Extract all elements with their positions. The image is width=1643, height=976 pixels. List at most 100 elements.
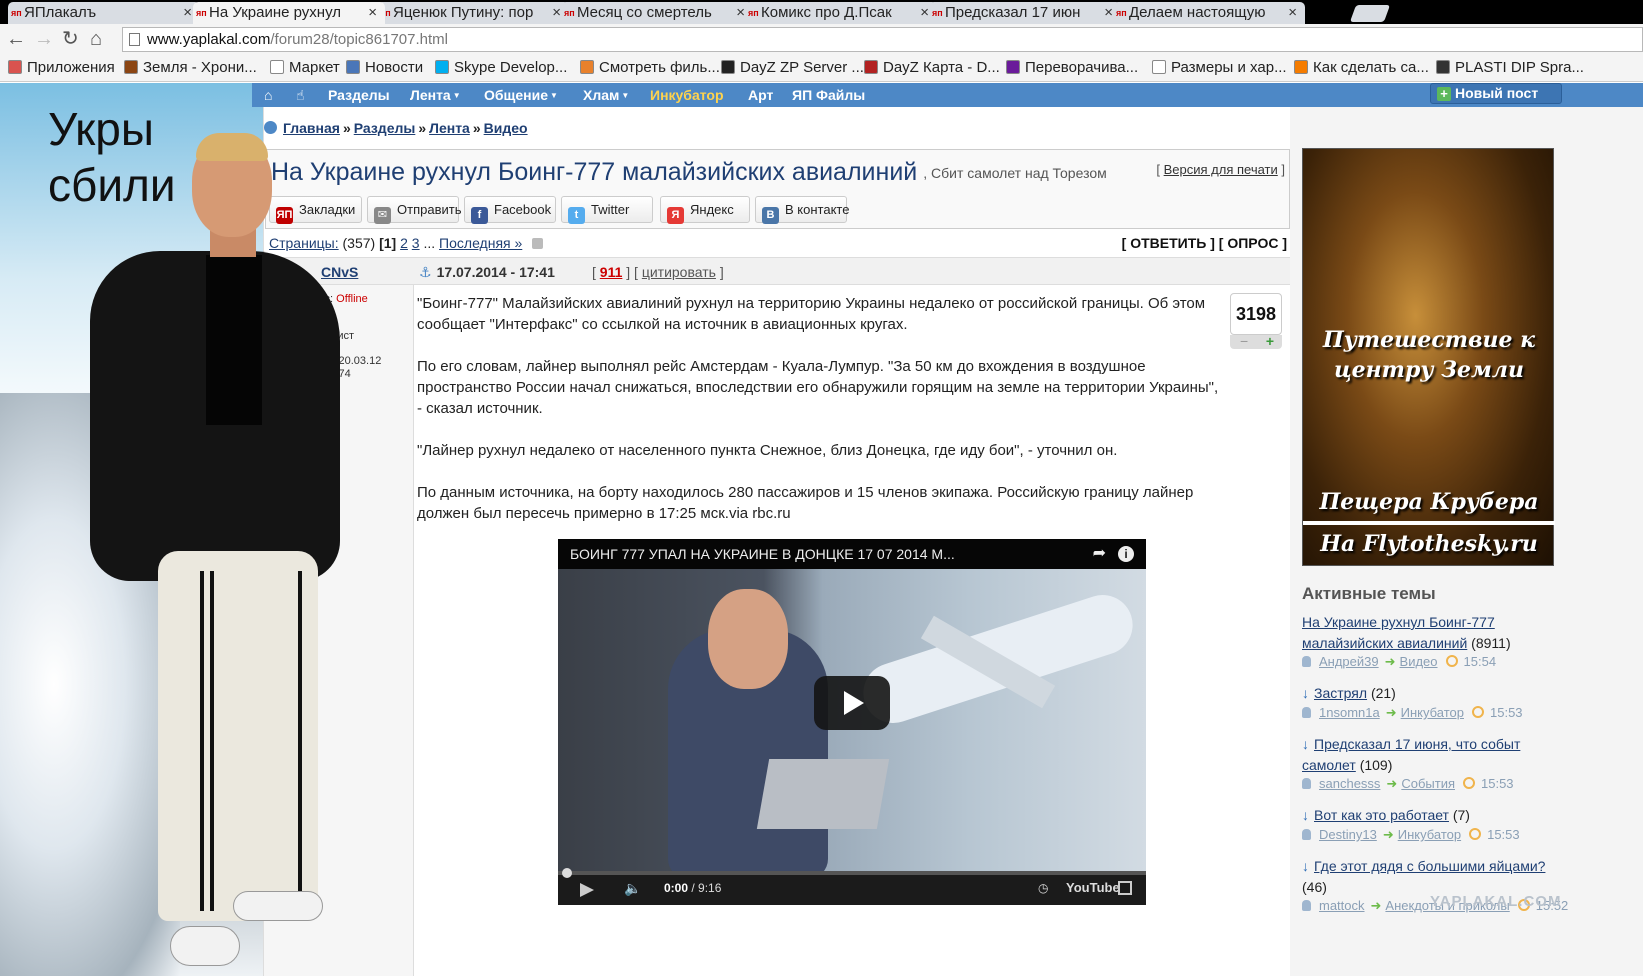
- share-button[interactable]: B В контакте: [755, 196, 849, 224]
- new-tab-button[interactable]: [1349, 5, 1391, 22]
- home-icon[interactable]: ⌂: [264, 83, 272, 107]
- nav-item-razdely[interactable]: Разделы: [328, 83, 390, 107]
- browser-tab[interactable]: яп Делаем настоящую ×: [1113, 2, 1305, 24]
- yandex-icon: Я: [667, 207, 684, 224]
- bookmark-item[interactable]: DayZ Карта - D...: [864, 54, 1000, 82]
- url-host: www.yaplakal.com: [147, 31, 271, 48]
- topic-section-link[interactable]: События: [1401, 776, 1455, 791]
- active-topic-link[interactable]: Вот как это работает: [1314, 807, 1449, 823]
- browser-tab[interactable]: яп Яценюк Путину: пор ×: [377, 2, 569, 24]
- play-icon[interactable]: [580, 883, 594, 897]
- share-button[interactable]: ✉ Отправить: [367, 196, 461, 224]
- new-post-button[interactable]: + Новый пост: [1430, 83, 1562, 104]
- share-button[interactable]: f Facebook: [464, 196, 556, 224]
- bookmark-item[interactable]: Земля - Хрони...: [124, 54, 257, 82]
- post-number[interactable]: 911: [600, 264, 623, 280]
- topic-user-link[interactable]: mattock: [1319, 898, 1365, 913]
- topic-user-link[interactable]: Destiny13: [1319, 827, 1377, 842]
- vote-up-icon[interactable]: +: [1266, 334, 1274, 348]
- topic-user-link[interactable]: sanchesss: [1319, 776, 1380, 791]
- topic-user-link[interactable]: 1nsomn1a: [1319, 705, 1380, 720]
- browser-tab[interactable]: яп Месяц со смертель ×: [561, 2, 753, 24]
- nav-item-obshchenie[interactable]: Общение ▼: [484, 83, 558, 108]
- video-title[interactable]: БОИНГ 777 УПАЛ НА УКРАИНЕ В ДОНЦКЕ 17 07…: [570, 546, 955, 562]
- thumbs-up-icon[interactable]: ☝: [296, 83, 305, 107]
- share-button[interactable]: t Twitter: [561, 196, 653, 224]
- page-jump-icon[interactable]: [532, 238, 544, 249]
- forward-arrow-icon[interactable]: →: [34, 28, 54, 50]
- volume-icon[interactable]: 🔈: [624, 871, 641, 905]
- bookmark-item[interactable]: Смотреть филь...: [580, 54, 720, 82]
- bookmark-item[interactable]: Skype Develop...: [435, 54, 567, 82]
- nav-item-lenta[interactable]: Лента ▼: [410, 83, 461, 108]
- bookmark-item[interactable]: Переворачива...: [1006, 54, 1138, 82]
- reload-icon[interactable]: ↻: [62, 28, 79, 50]
- tab-close-icon[interactable]: ×: [368, 2, 377, 24]
- share-icon[interactable]: ➦: [1093, 539, 1106, 569]
- youtube-logo[interactable]: YouTube: [1066, 871, 1120, 905]
- reply-button[interactable]: [ ОТВЕТИТЬ ]: [1122, 235, 1215, 251]
- video-progress-bar[interactable]: [558, 868, 1146, 878]
- last-page-link[interactable]: Последняя »: [439, 235, 522, 251]
- back-arrow-icon[interactable]: ←: [6, 28, 26, 50]
- bookmark-item[interactable]: Приложения: [8, 54, 115, 82]
- tab-close-icon[interactable]: ×: [736, 2, 745, 24]
- active-topic-link[interactable]: Предсказал 17 июня, что событ самолет: [1302, 736, 1520, 773]
- topic-user-link[interactable]: Андрей39: [1319, 654, 1379, 669]
- bookmarks-bar: Приложения Земля - Хрони... Маркет Новости S…: [0, 54, 1643, 82]
- watch-later-icon[interactable]: ◷: [1038, 871, 1048, 905]
- bookmark-label: Земля - Хрони...: [143, 59, 257, 76]
- vote-down-icon[interactable]: −: [1240, 334, 1248, 348]
- page-icon: [346, 60, 360, 74]
- print-version-link[interactable]: [ Версия для печати ]: [1156, 162, 1285, 177]
- browser-tab[interactable]: яп ЯПлакалъ ×: [8, 2, 200, 24]
- anchor-icon[interactable]: ⚓: [419, 264, 432, 280]
- pin-icon: ↓: [1302, 858, 1309, 874]
- bookmark-item[interactable]: Новости: [346, 54, 423, 82]
- fullscreen-icon[interactable]: [1118, 881, 1132, 895]
- quote-link[interactable]: цитировать: [642, 264, 716, 280]
- tab-close-icon[interactable]: ×: [183, 2, 192, 24]
- share-button[interactable]: Я Яндекс: [660, 196, 750, 224]
- bookmark-item[interactable]: PLASTI DIP Spra...: [1436, 54, 1584, 82]
- bookmark-item[interactable]: DayZ ZP Server ...: [721, 54, 864, 82]
- browser-tab[interactable]: яп Комикс про Д.Псак ×: [745, 2, 937, 24]
- bookmark-item[interactable]: Маркет: [270, 54, 340, 82]
- browser-tab[interactable]: яп Предсказал 17 июн ×: [929, 2, 1121, 24]
- bookmark-item[interactable]: Как сделать са...: [1294, 54, 1429, 82]
- skype-icon: [435, 60, 449, 74]
- active-topic-link[interactable]: Застрял: [1314, 685, 1367, 701]
- nav-item-yap-files[interactable]: ЯП Файлы: [792, 83, 865, 107]
- nav-item-inkubator[interactable]: Инкубатор: [650, 83, 724, 107]
- topic-section-link[interactable]: Инкубатор: [1398, 827, 1461, 842]
- yap-favicon-icon: яп: [196, 8, 207, 18]
- video-title-bar[interactable]: БОИНГ 777 УПАЛ НА УКРАИНЕ В ДОНЦКЕ 17 07…: [558, 539, 1146, 569]
- address-bar[interactable]: www.yaplakal.com/forum28/topic861707.htm…: [122, 27, 1643, 52]
- home-icon[interactable]: ⌂: [90, 28, 102, 50]
- breadcrumb-item[interactable]: Разделы: [354, 120, 416, 136]
- youtube-player[interactable]: БОИНГ 777 УПАЛ НА УКРАИНЕ В ДОНЦКЕ 17 07…: [558, 539, 1146, 905]
- topic-section-link[interactable]: Инкубатор: [1401, 705, 1464, 720]
- tab-close-icon[interactable]: ×: [1288, 2, 1297, 24]
- tab-close-icon[interactable]: ×: [1104, 2, 1113, 24]
- info-icon[interactable]: i: [1118, 546, 1134, 562]
- ad-banner[interactable]: Путешествие к центру Земли Пещера Крубер…: [1302, 148, 1555, 566]
- apps-icon: [8, 60, 22, 74]
- breadcrumb-item[interactable]: Видео: [484, 120, 528, 136]
- nav-item-art[interactable]: Арт: [748, 83, 773, 107]
- poll-button[interactable]: [ ОПРОС ]: [1219, 235, 1287, 251]
- play-button[interactable]: [814, 676, 890, 730]
- tab-close-icon[interactable]: ×: [920, 2, 929, 24]
- page-link[interactable]: 2: [400, 235, 408, 251]
- tab-close-icon[interactable]: ×: [552, 2, 561, 24]
- active-topic-link[interactable]: Где этот дядя с большими яйцами?: [1314, 858, 1545, 874]
- progress-knob[interactable]: [562, 868, 572, 878]
- page-link[interactable]: 3: [412, 235, 420, 251]
- active-topic-item: На Украине рухнул Боинг-777 малайзийских…: [1302, 612, 1552, 654]
- active-topic-link[interactable]: На Украине рухнул Боинг-777 малайзийских…: [1302, 614, 1495, 651]
- topic-section-link[interactable]: Видео: [1400, 654, 1438, 669]
- breadcrumb-item[interactable]: Лента: [429, 120, 470, 136]
- nav-item-khlam[interactable]: Хлам ▼: [583, 83, 629, 108]
- browser-tab-active[interactable]: яп На Украине рухнул ×: [193, 2, 385, 24]
- bookmark-item[interactable]: Размеры и хар...: [1152, 54, 1287, 82]
